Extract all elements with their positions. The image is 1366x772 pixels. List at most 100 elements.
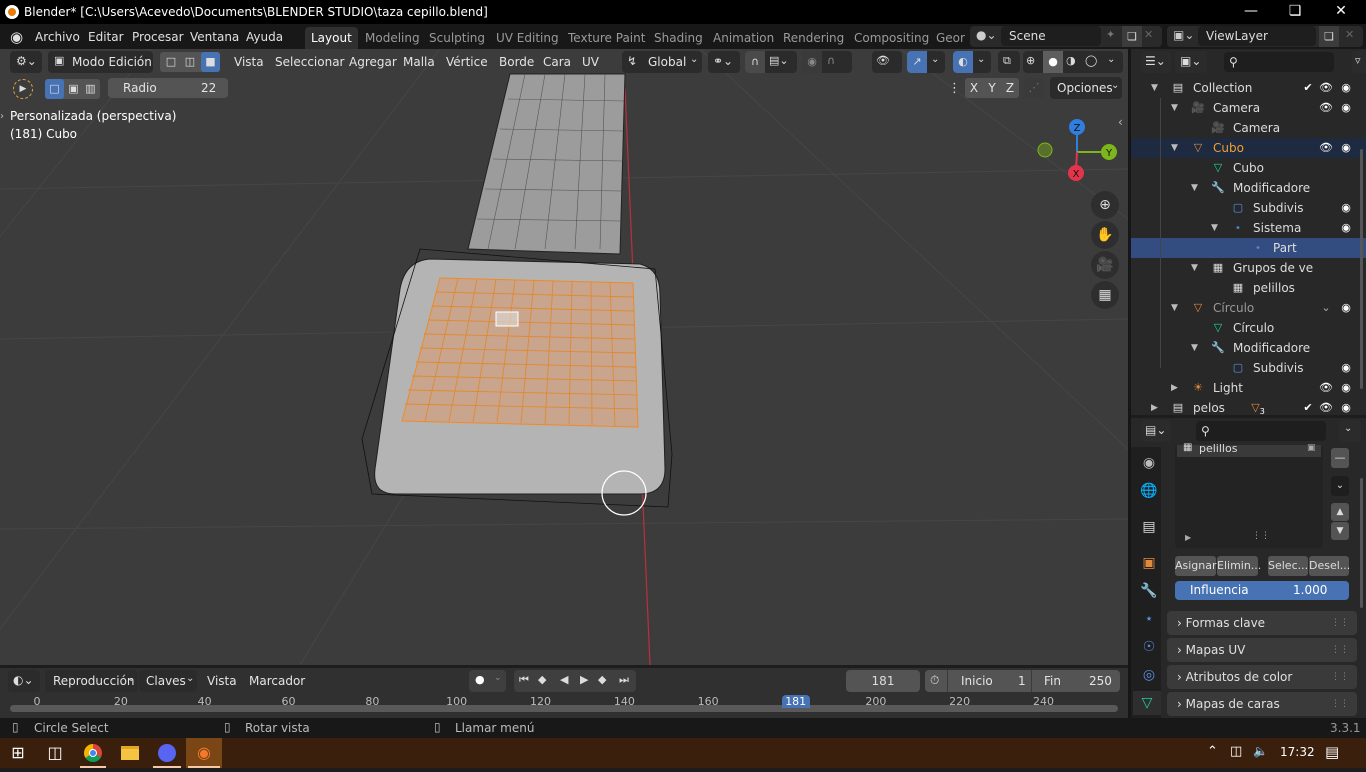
tab-geometry-nodes[interactable]: Geor — [930, 27, 971, 49]
navigation-gizmo[interactable]: Z Y X — [1030, 114, 1125, 189]
collapse-toggle-icon[interactable]: ▼ — [1191, 338, 1198, 358]
menu-uv[interactable]: UV — [582, 52, 599, 72]
exclude-checkbox[interactable]: ✔ — [1301, 401, 1315, 415]
jump-start-icon[interactable]: ⏮ — [519, 673, 529, 687]
overlays-toggle-group[interactable]: ◐ ⌄ — [953, 51, 991, 73]
menu-agregar[interactable]: Agregar — [349, 52, 397, 72]
face-select-icon[interactable]: ■ — [201, 52, 220, 72]
outliner-row[interactable]: ▼ ⋆ Sistema ◉ — [1131, 218, 1366, 238]
eye-icon[interactable]: 👁 — [1319, 101, 1333, 115]
new-view-layer-icon[interactable]: ❏ — [1319, 26, 1339, 47]
chrome-icon[interactable] — [75, 738, 111, 768]
next-keyframe-icon[interactable]: ◆ — [598, 673, 606, 686]
chevron-down-icon[interactable]: ⌄ — [1107, 54, 1115, 65]
expand-toggle-icon[interactable]: ▶ — [1151, 398, 1158, 415]
menu-seleccionar[interactable]: Seleccionar — [275, 52, 344, 72]
3d-viewport[interactable]: ⚙⌄ ▣ Modo Edición □ ◫ ■ Vista Selecciona… — [0, 49, 1128, 665]
pin-icon[interactable]: ✦ — [1106, 28, 1115, 41]
keying-menu[interactable]: Claves ⌄ — [139, 670, 197, 692]
outliner-search-input[interactable]: ⚲ — [1224, 52, 1334, 72]
blender-menu-icon[interactable]: ◉ — [10, 28, 23, 46]
file-explorer-icon[interactable] — [112, 738, 148, 768]
remove-scene-icon[interactable]: ✕ — [1144, 28, 1153, 41]
menu-ventana[interactable]: Ventana — [190, 28, 239, 46]
gizmo-toggle-group[interactable]: ↗ ⌄ — [907, 51, 945, 73]
show-hidden-icons-icon[interactable]: ⌃ — [1207, 744, 1218, 759]
shading-mode-group[interactable]: ⊕ ● ◑ ◯ ⌄ — [1023, 51, 1123, 73]
panel-shape-keys[interactable]: › Formas clave ⋮⋮ — [1167, 611, 1357, 635]
eye-closed-icon[interactable]: ⌄ — [1319, 301, 1333, 315]
tab-collection-icon[interactable]: ▤ — [1137, 515, 1161, 539]
collapse-toggle-icon[interactable]: ▼ — [1211, 218, 1218, 238]
outliner-row[interactable]: 🎥 Camera — [1131, 118, 1366, 138]
mirror-y-toggle[interactable]: Y — [983, 78, 1001, 98]
menu-procesar[interactable]: Procesar — [132, 28, 184, 46]
vertex-group-specials-button[interactable]: ⌄ — [1331, 476, 1349, 496]
windows-start-icon[interactable]: ⊞ — [0, 738, 36, 768]
remove-view-layer-icon[interactable]: ✕ — [1345, 28, 1354, 41]
outliner-row[interactable]: ▢ Subdivis ◉ — [1131, 198, 1366, 218]
tab-particles-icon[interactable]: ⋆ — [1137, 607, 1161, 631]
select-extend-icon[interactable]: ▣ — [65, 79, 82, 99]
select-button[interactable]: Selec... — [1268, 556, 1308, 576]
tab-scene-icon[interactable]: ◉ — [1137, 451, 1161, 475]
tab-world-icon[interactable]: 🌐 — [1137, 479, 1161, 503]
properties-editor-type-button[interactable]: ▤⌄ — [1141, 420, 1171, 442]
playhead[interactable]: 181 — [781, 695, 810, 708]
display-mode-button[interactable]: ▣⌄ — [1175, 51, 1207, 73]
menu-archivo[interactable]: Archivo — [35, 28, 80, 46]
menu-borde[interactable]: Borde — [499, 52, 534, 72]
outliner-row[interactable]: ▼ 🔧 Modificadore — [1131, 338, 1366, 358]
transform-orientation-dropdown[interactable]: ↯ Global ⌄ — [622, 51, 702, 73]
toolbar-expand-icon[interactable]: › — [0, 111, 4, 122]
eye-icon[interactable]: 👁 — [1319, 381, 1333, 395]
tab-uv-editing[interactable]: UV Editing — [490, 27, 565, 49]
timeline-menu-vista[interactable]: Vista — [207, 671, 237, 691]
tab-compositing[interactable]: Compositing — [848, 27, 935, 49]
topology-mirror-icon[interactable]: ⋰ — [1024, 78, 1044, 98]
panel-uv-maps[interactable]: › Mapas UV ⋮⋮ — [1167, 638, 1357, 662]
minimize-button[interactable]: — — [1228, 0, 1274, 24]
rendered-shading-icon[interactable]: ◯ — [1085, 54, 1097, 67]
zoom-view-icon[interactable]: ⊕ — [1091, 191, 1119, 219]
vertex-group-list[interactable]: ▦ pelillos ▣ ▶ ⋮⋮ — [1175, 442, 1323, 548]
tab-modeling[interactable]: Modeling — [359, 27, 426, 49]
play-icon[interactable]: ▶ — [580, 673, 588, 686]
vertex-select-icon[interactable]: □ — [162, 53, 180, 71]
view-layer-name-field[interactable]: ViewLayer — [1198, 26, 1316, 46]
list-expand-icon[interactable]: ▶ — [1185, 533, 1191, 542]
panel-color-attributes[interactable]: › Atributos de color ⋮⋮ — [1167, 665, 1357, 689]
render-camera-icon[interactable]: ◉ — [1339, 301, 1353, 315]
task-view-icon[interactable]: ◫ — [37, 738, 73, 768]
perspective-grid-icon[interactable]: ▦ — [1091, 281, 1119, 309]
tab-texture-paint[interactable]: Texture Paint — [562, 27, 651, 49]
list-resize-handle[interactable]: ⋮⋮ — [1252, 531, 1270, 541]
move-down-button[interactable]: ▼ — [1331, 522, 1349, 540]
drag-handle-icon[interactable]: ⋮⋮ — [1331, 638, 1349, 662]
menu-ayuda[interactable]: Ayuda — [246, 28, 283, 46]
menu-vista[interactable]: Vista — [234, 52, 264, 72]
tab-animation[interactable]: Animation — [707, 27, 780, 49]
outliner-row[interactable]: ▼ ▤ Collection ✔ 👁 ◉ — [1131, 78, 1366, 98]
proportional-edit-icon[interactable]: ◉ — [802, 51, 822, 73]
properties-search-input[interactable]: ⚲ — [1196, 421, 1326, 441]
lock-icon[interactable]: ▣ — [1307, 443, 1316, 453]
outliner-row[interactable]: ▦ pelillos — [1131, 278, 1366, 298]
tab-modifiers-icon[interactable]: 🔧 — [1137, 579, 1161, 603]
blender-taskbar-icon[interactable]: ◉ — [186, 738, 222, 768]
outliner-row[interactable]: ▶ ▤ pelos ▽3 ✔ 👁 ◉ — [1131, 398, 1366, 415]
collapse-toggle-icon[interactable]: ▼ — [1171, 98, 1178, 118]
timeline-editor-type-button[interactable]: ◐⌄ — [8, 670, 40, 692]
pivot-point-button[interactable]: ⚭⌄ — [708, 51, 740, 73]
start-frame-field[interactable]: Inicio 1 — [947, 670, 1030, 692]
drag-handle-icon[interactable]: ⋮⋮ — [1331, 611, 1349, 635]
collapse-toggle-icon[interactable]: ▼ — [1191, 178, 1198, 198]
view-layer-selector[interactable]: ▣⌄ ViewLayer ❏ ✕ — [1167, 26, 1363, 47]
prev-keyframe-icon[interactable]: ◆ — [538, 673, 546, 686]
tab-mesh-data-icon[interactable]: ▽ — [1133, 691, 1161, 715]
outliner-row[interactable]: ▼ ▦ Grupos de ve — [1131, 258, 1366, 278]
select-new-icon[interactable]: □ — [45, 79, 64, 99]
eye-icon[interactable]: 👁 — [1319, 141, 1333, 155]
outliner-scrollbar[interactable] — [1360, 149, 1363, 389]
collapse-toggle-icon[interactable]: ▼ — [1171, 138, 1178, 158]
